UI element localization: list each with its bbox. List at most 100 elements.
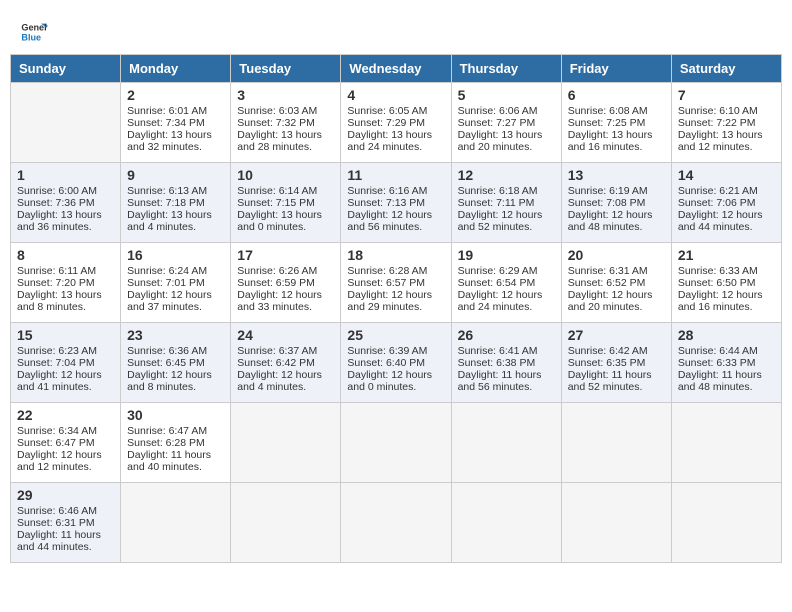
sunrise-text: Sunrise: 6:05 AM [347, 105, 427, 117]
calendar-table: SundayMondayTuesdayWednesdayThursdayFrid… [10, 54, 782, 563]
sunrise-text: Sunrise: 6:11 AM [17, 265, 96, 277]
day-number: 19 [458, 247, 555, 263]
sunrise-text: Sunrise: 6:14 AM [237, 185, 317, 197]
day-number: 25 [347, 327, 444, 343]
sunrise-text: Sunrise: 6:03 AM [237, 105, 317, 117]
day-number: 21 [678, 247, 775, 263]
calendar-cell [231, 403, 341, 483]
sunset-text: Sunset: 7:20 PM [17, 277, 95, 289]
calendar-cell: 26Sunrise: 6:41 AMSunset: 6:38 PMDayligh… [451, 323, 561, 403]
day-number: 15 [17, 327, 114, 343]
sunrise-text: Sunrise: 6:06 AM [458, 105, 538, 117]
calendar-cell [341, 403, 451, 483]
col-header-wednesday: Wednesday [341, 55, 451, 83]
daylight-text: Daylight: 12 hours and 0 minutes. [347, 369, 432, 393]
daylight-text: Daylight: 12 hours and 12 minutes. [17, 449, 102, 473]
day-number: 7 [678, 87, 775, 103]
sunset-text: Sunset: 7:32 PM [237, 117, 315, 129]
week-row: 15Sunrise: 6:23 AMSunset: 7:04 PMDayligh… [11, 323, 782, 403]
daylight-text: Daylight: 12 hours and 33 minutes. [237, 289, 322, 313]
sunrise-text: Sunrise: 6:28 AM [347, 265, 427, 277]
calendar-cell: 25Sunrise: 6:39 AMSunset: 6:40 PMDayligh… [341, 323, 451, 403]
sunrise-text: Sunrise: 6:01 AM [127, 105, 207, 117]
calendar-cell: 30Sunrise: 6:47 AMSunset: 6:28 PMDayligh… [121, 403, 231, 483]
calendar-cell: 27Sunrise: 6:42 AMSunset: 6:35 PMDayligh… [561, 323, 671, 403]
calendar-cell: 21Sunrise: 6:33 AMSunset: 6:50 PMDayligh… [671, 243, 781, 323]
calendar-cell: 22Sunrise: 6:34 AMSunset: 6:47 PMDayligh… [11, 403, 121, 483]
daylight-text: Daylight: 11 hours and 40 minutes. [127, 449, 211, 473]
daylight-text: Daylight: 12 hours and 56 minutes. [347, 209, 432, 233]
sunset-text: Sunset: 7:29 PM [347, 117, 425, 129]
logo-icon: General Blue [20, 18, 48, 46]
week-row: 22Sunrise: 6:34 AMSunset: 6:47 PMDayligh… [11, 403, 782, 483]
calendar-cell [11, 83, 121, 163]
sunset-text: Sunset: 6:28 PM [127, 437, 205, 449]
day-number: 27 [568, 327, 665, 343]
calendar-cell [671, 403, 781, 483]
sunset-text: Sunset: 6:42 PM [237, 357, 315, 369]
calendar-cell [341, 483, 451, 563]
sunset-text: Sunset: 6:54 PM [458, 277, 536, 289]
sunrise-text: Sunrise: 6:36 AM [127, 345, 207, 357]
sunrise-text: Sunrise: 6:08 AM [568, 105, 648, 117]
day-number: 28 [678, 327, 775, 343]
col-header-friday: Friday [561, 55, 671, 83]
sunrise-text: Sunrise: 6:16 AM [347, 185, 427, 197]
calendar-cell: 18 Sunrise: 6:28 AMSunset: 6:57 PMDayligh… [341, 243, 451, 323]
calendar-cell: 1Sunrise: 6:00 AMSunset: 7:36 PMDaylight… [11, 163, 121, 243]
day-number: 26 [458, 327, 555, 343]
day-number: 2 [127, 87, 224, 103]
day-number: 17 [237, 247, 334, 263]
calendar-cell: 17Sunrise: 6:26 AMSunset: 6:59 PMDayligh… [231, 243, 341, 323]
week-row: 29Sunrise: 6:46 AMSunset: 6:31 PMDayligh… [11, 483, 782, 563]
sunrise-text: Sunrise: 6:21 AM [678, 185, 758, 197]
day-number: 3 [237, 87, 334, 103]
calendar-cell [231, 483, 341, 563]
day-number: 1 [17, 167, 114, 183]
sunset-text: Sunset: 6:40 PM [347, 357, 425, 369]
calendar-cell: 28Sunrise: 6:44 AMSunset: 6:33 PMDayligh… [671, 323, 781, 403]
calendar-cell: 12Sunrise: 6:18 AMSunset: 7:11 PMDayligh… [451, 163, 561, 243]
sunset-text: Sunset: 6:52 PM [568, 277, 646, 289]
sunset-text: Sunset: 7:36 PM [17, 197, 95, 209]
sunset-text: Sunset: 7:18 PM [127, 197, 205, 209]
calendar-cell: 4Sunrise: 6:05 AMSunset: 7:29 PMDaylight… [341, 83, 451, 163]
sunrise-text: Sunrise: 6:18 AM [458, 185, 538, 197]
calendar-cell: 8 Sunrise: 6:11 AMSunset: 7:20 PMDaylight… [11, 243, 121, 323]
calendar-cell: 19Sunrise: 6:29 AMSunset: 6:54 PMDayligh… [451, 243, 561, 323]
daylight-text: Daylight: 12 hours and 24 minutes. [458, 289, 543, 313]
daylight-text: Daylight: 13 hours and 0 minutes. [237, 209, 322, 233]
calendar-cell [451, 403, 561, 483]
daylight-text: Daylight: 13 hours and 8 minutes. [17, 289, 102, 313]
daylight-text: Daylight: 13 hours and 12 minutes. [678, 129, 763, 153]
day-number: 9 [127, 167, 224, 183]
sunrise-text: Sunrise: 6:24 AM [127, 265, 207, 277]
day-number: 18 [347, 247, 444, 263]
week-row: 2Sunrise: 6:01 AMSunset: 7:34 PMDaylight… [11, 83, 782, 163]
day-number: 20 [568, 247, 665, 263]
col-header-thursday: Thursday [451, 55, 561, 83]
sunrise-text: Sunrise: 6:41 AM [458, 345, 538, 357]
sunset-text: Sunset: 6:57 PM [347, 277, 425, 289]
calendar-cell: 29Sunrise: 6:46 AMSunset: 6:31 PMDayligh… [11, 483, 121, 563]
calendar-cell: 5Sunrise: 6:06 AMSunset: 7:27 PMDaylight… [451, 83, 561, 163]
day-number: 8 [17, 247, 114, 263]
sunset-text: Sunset: 6:50 PM [678, 277, 756, 289]
sunrise-text: Sunrise: 6:31 AM [568, 265, 648, 277]
sunrise-text: Sunrise: 6:44 AM [678, 345, 758, 357]
sunrise-text: Sunrise: 6:46 AM [17, 505, 97, 517]
sunset-text: Sunset: 7:22 PM [678, 117, 756, 129]
calendar-cell: 7Sunrise: 6:10 AMSunset: 7:22 PMDaylight… [671, 83, 781, 163]
calendar-cell: 24Sunrise: 6:37 AMSunset: 6:42 PMDayligh… [231, 323, 341, 403]
sunset-text: Sunset: 7:13 PM [347, 197, 425, 209]
day-number: 13 [568, 167, 665, 183]
daylight-text: Daylight: 13 hours and 20 minutes. [458, 129, 543, 153]
day-number: 29 [17, 487, 114, 503]
calendar-cell: 9Sunrise: 6:13 AMSunset: 7:18 PMDaylight… [121, 163, 231, 243]
daylight-text: Daylight: 13 hours and 28 minutes. [237, 129, 322, 153]
day-number: 4 [347, 87, 444, 103]
daylight-text: Daylight: 12 hours and 29 minutes. [347, 289, 432, 313]
sunset-text: Sunset: 6:31 PM [17, 517, 95, 529]
calendar-cell: 11Sunrise: 6:16 AMSunset: 7:13 PMDayligh… [341, 163, 451, 243]
daylight-text: Daylight: 12 hours and 48 minutes. [568, 209, 653, 233]
